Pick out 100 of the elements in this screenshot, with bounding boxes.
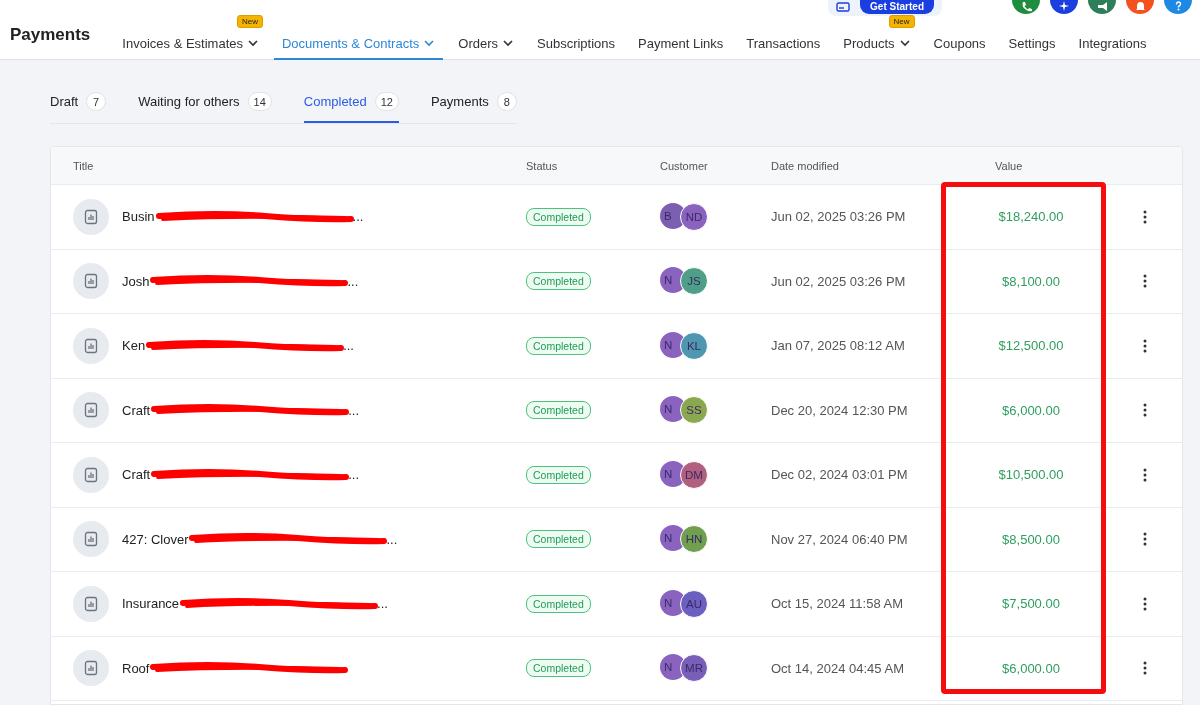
more-icon[interactable] bbox=[1143, 274, 1147, 289]
column-header: Customer bbox=[660, 159, 709, 172]
document-icon bbox=[73, 585, 109, 622]
date-cell-text: Jun 02, 2025 03:26 PM bbox=[771, 273, 907, 289]
date-cell-text: Jan 07, 2025 08:12 AM bbox=[771, 338, 906, 354]
more-icon[interactable] bbox=[1143, 403, 1147, 418]
value-cell-text: $18,240.00 bbox=[997, 209, 1065, 225]
customer-avatar: N bbox=[660, 654, 686, 681]
nav-tab[interactable]: Documents & Contracts bbox=[274, 14, 444, 60]
customer-avatar: N bbox=[660, 331, 686, 358]
nav-tab[interactable]: Settings bbox=[1000, 14, 1064, 60]
column-header: Date modified bbox=[771, 159, 840, 172]
count-badge: 12 bbox=[374, 92, 399, 111]
count-badge: 14 bbox=[247, 92, 272, 111]
customer-avatar: N bbox=[660, 460, 686, 487]
nav-tab[interactable]: Transactions bbox=[738, 14, 829, 60]
nav-tab[interactable]: New Invoices & Estimates bbox=[114, 14, 267, 60]
nav-tab[interactable]: Subscriptions bbox=[529, 14, 624, 60]
status-badge: Completed bbox=[526, 272, 591, 291]
document-title[interactable]: 427: Clover bbox=[122, 531, 189, 547]
document-icon bbox=[73, 650, 109, 687]
page-title: Payments bbox=[10, 25, 91, 45]
customer-avatar: N bbox=[660, 589, 686, 616]
customer-avatar: HN bbox=[680, 525, 708, 554]
status-badge: Completed bbox=[526, 207, 591, 226]
title-ellipsis: ... bbox=[347, 273, 359, 289]
filter-tab[interactable]: Draft 7 bbox=[50, 90, 107, 123]
document-title[interactable]: Josh bbox=[122, 273, 150, 289]
filter-tab[interactable]: Completed 12 bbox=[303, 90, 399, 123]
nav-tab[interactable]: Integrations bbox=[1070, 14, 1155, 60]
customer-avatar: SS bbox=[680, 396, 708, 425]
more-icon[interactable] bbox=[1143, 532, 1147, 547]
status-badge: Completed bbox=[526, 594, 591, 613]
count-badge: 7 bbox=[86, 92, 107, 111]
date-cell-text: Jun 02, 2025 03:26 PM bbox=[771, 209, 907, 225]
document-icon bbox=[73, 521, 109, 558]
title-ellipsis: ... bbox=[352, 209, 364, 225]
document-icon bbox=[73, 198, 109, 235]
document-title[interactable]: Ken bbox=[122, 338, 146, 354]
value-cell-text: $6,000.00 bbox=[1001, 402, 1061, 418]
more-icon[interactable] bbox=[1143, 467, 1147, 482]
customer-avatar: B bbox=[660, 202, 686, 229]
value-cell-text: $10,500.00 bbox=[997, 467, 1065, 483]
title-ellipsis: ... bbox=[377, 596, 388, 612]
megaphone-icon bbox=[1096, 1, 1108, 12]
status-badge: Completed bbox=[526, 336, 591, 355]
document-icon bbox=[73, 327, 109, 364]
nav-tab[interactable]: Orders bbox=[450, 14, 522, 60]
more-icon[interactable] bbox=[1143, 596, 1147, 611]
value-cell-text: $6,000.00 bbox=[1001, 660, 1061, 676]
new-badge: New bbox=[236, 15, 263, 28]
column-header: Status bbox=[526, 159, 559, 172]
title-ellipsis: ... bbox=[343, 338, 354, 354]
card-icon bbox=[836, 2, 851, 12]
get-started-button[interactable]: Get Started bbox=[860, 0, 934, 14]
customer-avatar: AU bbox=[680, 589, 708, 618]
filter-tab[interactable]: Payments 8 bbox=[430, 90, 517, 123]
customer-avatar: ND bbox=[680, 202, 708, 231]
nav-tab[interactable]: Coupons bbox=[925, 14, 994, 60]
new-badge: New bbox=[888, 15, 915, 28]
customer-avatar: N bbox=[660, 525, 686, 552]
nav-tab[interactable]: New Products bbox=[835, 14, 919, 60]
title-ellipsis: ... bbox=[348, 467, 359, 483]
document-title[interactable]: Busin bbox=[122, 209, 155, 225]
customer-avatar: MR bbox=[680, 654, 708, 683]
customer-avatar: JS bbox=[680, 267, 708, 296]
title-ellipsis: ... bbox=[348, 402, 359, 418]
sparkle-icon bbox=[1058, 1, 1070, 12]
status-badge: Completed bbox=[526, 659, 591, 678]
customer-avatar: N bbox=[660, 267, 686, 294]
document-icon bbox=[73, 263, 109, 300]
status-badge: Completed bbox=[526, 465, 591, 484]
document-title[interactable]: Roof bbox=[122, 660, 150, 676]
bell-icon bbox=[1134, 1, 1146, 12]
count-badge: 8 bbox=[496, 92, 517, 111]
value-cell-text: $12,500.00 bbox=[997, 338, 1065, 354]
document-title[interactable]: Craft bbox=[122, 467, 151, 483]
more-icon[interactable] bbox=[1143, 209, 1147, 224]
more-icon[interactable] bbox=[1143, 661, 1147, 676]
value-cell-text: $7,500.00 bbox=[1001, 596, 1061, 612]
value-cell-text: $8,500.00 bbox=[1001, 531, 1061, 547]
nav-tab[interactable]: Payment Links bbox=[630, 14, 732, 60]
status-badge: Completed bbox=[526, 530, 591, 549]
document-title[interactable]: Insurance bbox=[122, 596, 180, 612]
date-cell-text: Dec 02, 2024 03:01 PM bbox=[771, 467, 909, 483]
customer-avatar: KL bbox=[680, 331, 708, 360]
more-icon[interactable] bbox=[1143, 338, 1147, 353]
status-badge: Completed bbox=[526, 401, 591, 420]
title-ellipsis: ... bbox=[386, 531, 398, 547]
date-cell-text: Oct 14, 2024 04:45 AM bbox=[771, 660, 905, 676]
date-cell-text: Dec 20, 2024 12:30 PM bbox=[771, 402, 909, 418]
date-cell-text: Nov 27, 2024 06:40 PM bbox=[771, 531, 909, 547]
document-title[interactable]: Craft bbox=[122, 402, 151, 418]
document-icon bbox=[73, 456, 109, 493]
date-cell-text: Oct 15, 2024 11:58 AM bbox=[771, 596, 904, 612]
column-header: Value bbox=[994, 159, 1024, 172]
filter-tab[interactable]: Waiting for others 14 bbox=[138, 90, 272, 123]
customer-avatar: DM bbox=[680, 460, 708, 489]
value-cell-text: $8,100.00 bbox=[1001, 273, 1061, 289]
column-header: Title bbox=[73, 159, 95, 172]
